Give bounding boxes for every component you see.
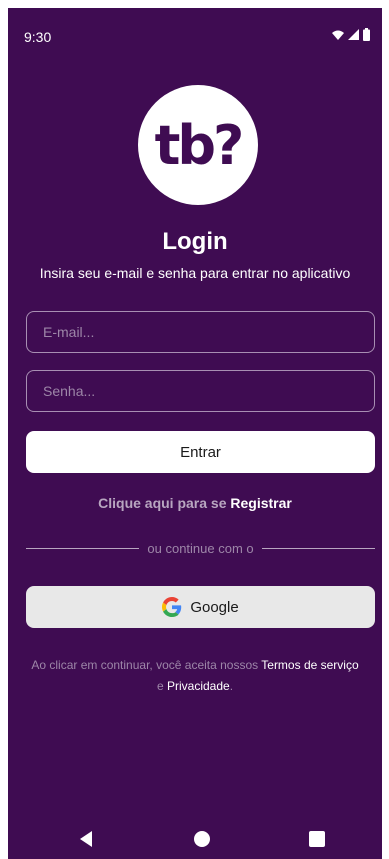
password-field[interactable] bbox=[26, 370, 375, 412]
google-icon bbox=[162, 597, 182, 617]
back-nav-icon[interactable] bbox=[80, 831, 92, 847]
terms-prefix: Ao clicar em continuar, você aceita noss… bbox=[31, 658, 262, 672]
privacy-link[interactable]: Privacidade bbox=[167, 679, 230, 693]
battery-icon bbox=[363, 28, 370, 41]
login-button[interactable]: Entrar bbox=[26, 431, 375, 473]
app-logo: tb? bbox=[138, 85, 258, 205]
home-nav-icon[interactable] bbox=[194, 831, 210, 847]
register-prompt: Clique aqui para se Registrar bbox=[8, 495, 382, 511]
wifi-icon bbox=[332, 30, 344, 40]
terms-of-service-link[interactable]: Termos de serviço bbox=[261, 658, 358, 672]
login-button-label: Entrar bbox=[180, 443, 221, 461]
terms-connector: e bbox=[156, 679, 167, 693]
status-time: 9:30 bbox=[24, 29, 52, 45]
terms-suffix: . bbox=[229, 679, 234, 693]
email-field[interactable] bbox=[26, 311, 375, 353]
google-button-label: Google bbox=[190, 598, 239, 616]
app-screen: 9:30 tb? Login Insira seu e-mail e senha… bbox=[8, 8, 382, 859]
logo-text: tb? bbox=[154, 113, 245, 177]
register-prefix: Clique aqui para se bbox=[98, 495, 231, 511]
divider-line-left bbox=[26, 548, 140, 549]
system-nav-bar bbox=[8, 818, 382, 859]
divider: ou continue com o bbox=[26, 541, 376, 556]
status-bar: 9:30 bbox=[8, 8, 382, 52]
status-icons bbox=[332, 28, 370, 41]
terms-notice: Ao clicar em continuar, você aceita noss… bbox=[28, 655, 362, 697]
register-link[interactable]: Registrar bbox=[230, 495, 291, 511]
signal-icon bbox=[348, 29, 359, 40]
page-subtitle: Insira seu e-mail e senha para entrar no… bbox=[39, 265, 351, 281]
page-title: Login bbox=[162, 228, 228, 255]
google-signin-button[interactable]: Google bbox=[26, 586, 375, 628]
divider-text: ou continue com o bbox=[147, 541, 254, 556]
divider-line-right bbox=[261, 548, 376, 549]
recents-nav-icon[interactable] bbox=[309, 831, 325, 847]
